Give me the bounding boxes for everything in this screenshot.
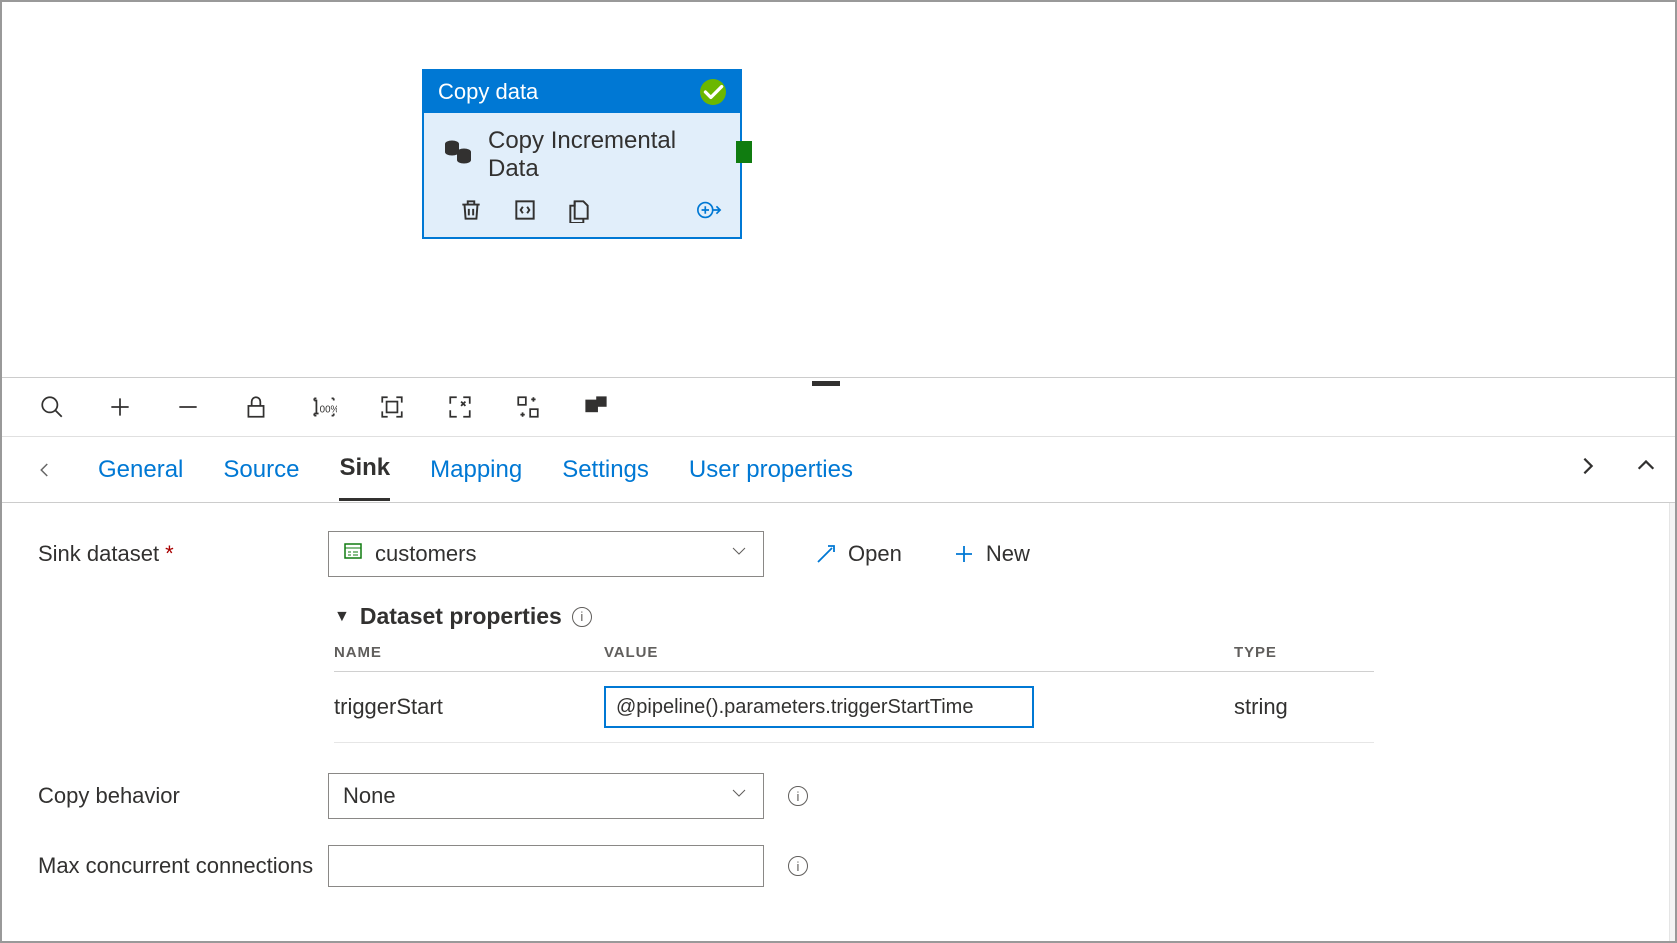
activity-output-handle[interactable] xyxy=(736,141,752,163)
required-asterisk: * xyxy=(165,541,174,567)
zoom-100-icon[interactable]: 00% xyxy=(310,393,338,421)
info-icon[interactable]: i xyxy=(788,786,808,806)
sink-dataset-value: customers xyxy=(375,541,476,567)
sink-dataset-label: Sink dataset xyxy=(38,541,159,567)
open-dataset-button[interactable]: Open xyxy=(814,541,902,567)
open-label: Open xyxy=(848,541,902,567)
code-icon[interactable] xyxy=(512,197,538,223)
max-connections-input[interactable] xyxy=(328,845,764,887)
column-header-value: VALUE xyxy=(604,644,1234,661)
tab-scroll-left-icon[interactable] xyxy=(32,461,58,479)
chevron-down-icon xyxy=(729,783,749,809)
info-icon[interactable]: i xyxy=(572,607,592,627)
tab-mapping[interactable]: Mapping xyxy=(430,440,522,500)
copy-behavior-value: None xyxy=(343,783,396,809)
dataset-properties-table: NAME VALUE TYPE triggerStart string xyxy=(334,644,1374,743)
delete-icon[interactable] xyxy=(458,197,484,223)
tab-sink[interactable]: Sink xyxy=(339,438,390,501)
pipeline-canvas[interactable]: Copy data Copy Incremental Data xyxy=(2,2,1675,377)
new-dataset-button[interactable]: New xyxy=(952,541,1030,567)
collapse-panel-icon[interactable] xyxy=(1635,455,1657,484)
column-header-type: TYPE xyxy=(1234,644,1374,661)
dataset-icon xyxy=(343,541,363,567)
zoom-in-icon[interactable] xyxy=(106,393,134,421)
param-value-input[interactable] xyxy=(604,686,1034,728)
sink-panel: Sink dataset * customers Open New ▼ Data… xyxy=(2,503,1675,941)
lock-icon[interactable] xyxy=(242,393,270,421)
column-header-name: NAME xyxy=(334,644,604,661)
max-connections-label: Max concurrent connections xyxy=(38,853,313,879)
validation-success-icon xyxy=(700,79,726,105)
activity-name: Copy Incremental Data xyxy=(488,127,728,183)
activity-action-bar xyxy=(424,191,740,237)
activity-body: Copy Incremental Data xyxy=(424,113,740,191)
search-icon[interactable] xyxy=(38,393,66,421)
param-type: string xyxy=(1234,694,1374,720)
properties-tabs: General Source Sink Mapping Settings Use… xyxy=(2,437,1675,503)
canvas-toolbar: 00% xyxy=(2,377,1675,437)
table-row: triggerStart string xyxy=(334,672,1374,743)
tab-source[interactable]: Source xyxy=(223,440,299,500)
dataset-properties-title: Dataset properties xyxy=(360,603,562,630)
zoom-out-icon[interactable] xyxy=(174,393,202,421)
fit-screen-icon[interactable] xyxy=(378,393,406,421)
collapse-triangle-icon: ▼ xyxy=(334,608,350,626)
activity-header[interactable]: Copy data xyxy=(424,71,740,113)
fullscreen-icon[interactable] xyxy=(446,393,474,421)
minimap-icon[interactable] xyxy=(582,393,610,421)
activity-type-label: Copy data xyxy=(438,79,538,105)
tab-general[interactable]: General xyxy=(98,440,183,500)
tab-user-properties[interactable]: User properties xyxy=(689,440,853,500)
clone-icon[interactable] xyxy=(566,197,592,223)
param-name: triggerStart xyxy=(334,694,604,720)
copy-behavior-label: Copy behavior xyxy=(38,783,180,809)
dataset-properties-header[interactable]: ▼ Dataset properties i xyxy=(334,603,1639,630)
copy-behavior-select[interactable]: None xyxy=(328,773,764,819)
scrollbar[interactable] xyxy=(1669,503,1675,941)
new-label: New xyxy=(986,541,1030,567)
copy-data-icon xyxy=(442,136,474,175)
tab-settings[interactable]: Settings xyxy=(562,440,649,500)
activity-copy-data[interactable]: Copy data Copy Incremental Data xyxy=(422,69,742,239)
sink-dataset-select[interactable]: customers xyxy=(328,531,764,577)
tab-scroll-right-icon[interactable] xyxy=(1577,455,1599,484)
auto-align-icon[interactable] xyxy=(514,393,542,421)
info-icon[interactable]: i xyxy=(788,856,808,876)
chevron-down-icon xyxy=(729,541,749,567)
panel-resize-handle[interactable] xyxy=(812,381,840,386)
add-output-icon[interactable] xyxy=(696,197,722,223)
